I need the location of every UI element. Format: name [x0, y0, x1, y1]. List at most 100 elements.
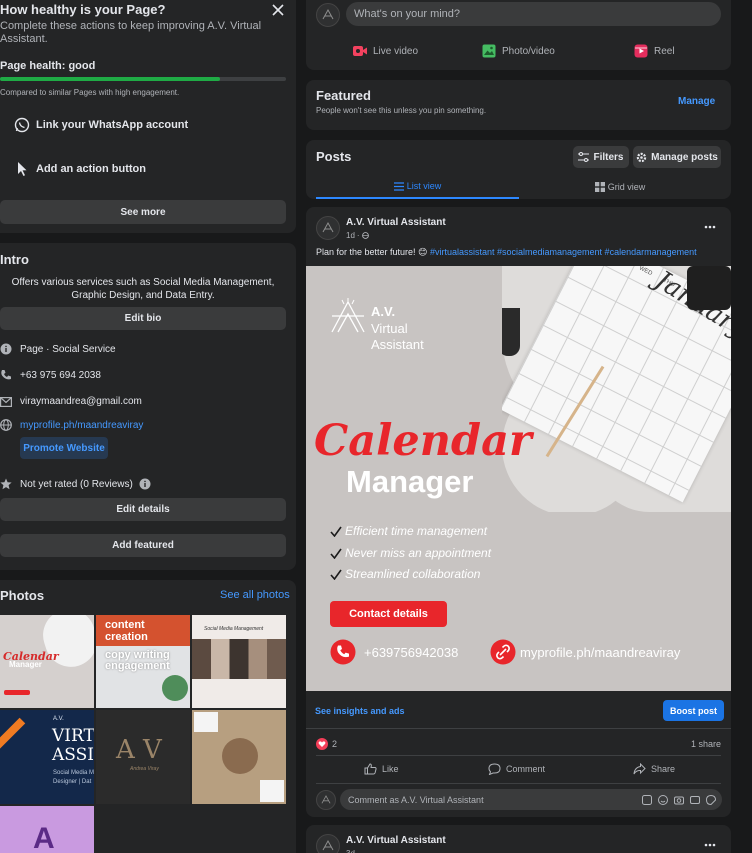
live-video-icon: [352, 44, 368, 58]
whatsapp-icon: [12, 117, 32, 133]
reel-button[interactable]: Reel: [634, 44, 675, 58]
featured-manage-link[interactable]: Manage: [678, 96, 715, 107]
see-more-button[interactable]: See more: [0, 200, 286, 224]
tile-text: Designer | Dat: [53, 779, 92, 785]
shares-count[interactable]: 1 share: [691, 739, 721, 749]
website-link[interactable]: myprofile.ph/maandreaviray: [20, 420, 143, 431]
tile-text: Andrea Viray: [130, 766, 159, 772]
binder-clip: [687, 266, 731, 310]
like-button[interactable]: Like: [364, 763, 399, 775]
gear-icon: [636, 152, 647, 163]
photo-tile[interactable]: Calendar Manager: [0, 615, 94, 708]
tile-text: content: [105, 619, 145, 631]
sticker-icon[interactable]: [706, 794, 716, 805]
comment-button[interactable]: Comment: [488, 763, 545, 775]
category-text: Page · Social Service: [20, 343, 116, 355]
reactions-summary[interactable]: 2: [316, 738, 337, 750]
health-status: Page health: good: [0, 60, 96, 72]
av-logo-icon: [328, 296, 368, 336]
share-label: Share: [651, 764, 676, 774]
photo-tile[interactable]: Social Media Management: [192, 615, 286, 708]
graphic-bullet: Streamlined collaboration: [330, 567, 480, 581]
rating-info-icon[interactable]: [139, 478, 151, 490]
photo-tile[interactable]: A: [0, 806, 94, 853]
action-button-label: Add an action button: [36, 163, 146, 175]
heart-icon: [316, 738, 328, 750]
share-button[interactable]: Share: [633, 763, 675, 775]
photos-card: Photos See all photos Calendar Manager c…: [0, 580, 296, 853]
camera-icon[interactable]: [674, 795, 684, 805]
list-icon: [393, 181, 404, 191]
comment-input[interactable]: Comment as A.V. Virtual Assistant: [340, 789, 722, 810]
post-time[interactable]: 1d: [346, 231, 355, 240]
tile-text: VIRTU: [52, 726, 94, 746]
photo-video-button[interactable]: Photo/video: [482, 44, 555, 58]
post-hashtags[interactable]: #virtualassistant #socialmediamanagement…: [430, 247, 697, 257]
post-avatar[interactable]: [316, 216, 340, 240]
post-author[interactable]: A.V. Virtual Assistant: [346, 835, 446, 846]
add-featured-button[interactable]: Add featured: [0, 534, 286, 557]
tile-text: Social Media Management: [204, 626, 264, 632]
globe-icon: [0, 419, 14, 431]
composer-avatar[interactable]: [316, 3, 340, 27]
action-button-action[interactable]: Add an action button: [0, 153, 286, 185]
divider: [316, 755, 721, 756]
graphic-title-calendar: Calendar: [314, 416, 532, 466]
post-card-2: A.V. Virtual Assistant 3d: [306, 825, 731, 853]
emoji-icon[interactable]: [658, 794, 668, 805]
info-icon: [0, 343, 14, 355]
grid-view-label: Grid view: [607, 182, 646, 192]
manage-posts-button[interactable]: Manage posts: [633, 146, 721, 168]
website-row[interactable]: myprofile.ph/maandreaviray: [0, 419, 143, 431]
filters-button[interactable]: Filters: [573, 146, 629, 168]
tab-grid-view[interactable]: Grid view: [519, 175, 721, 199]
see-insights-link[interactable]: See insights and ads: [315, 706, 405, 716]
photo-tile[interactable]: A V Andrea Viray: [96, 710, 190, 804]
post-time[interactable]: 3d: [346, 849, 355, 853]
tile-collage: [192, 639, 286, 679]
tile-text: engagement: [105, 660, 170, 672]
post-caption: Plan for the better future! 😊: [316, 247, 428, 257]
boost-post-button[interactable]: Boost post: [663, 700, 724, 721]
photo-icon: [482, 44, 496, 58]
comment-avatar[interactable]: [316, 790, 336, 810]
post-more-icon[interactable]: [704, 225, 716, 229]
avatar-sticker-icon[interactable]: [642, 794, 652, 805]
phone-icon: [0, 369, 14, 381]
photo-tile[interactable]: content creation copy writing engagement: [96, 615, 190, 708]
divider: [306, 728, 731, 729]
close-icon[interactable]: [270, 2, 286, 18]
live-video-button[interactable]: Live video: [352, 44, 418, 58]
intro-card: Intro Offers various services such as So…: [0, 243, 296, 570]
edit-details-button[interactable]: Edit details: [0, 498, 286, 521]
post-author[interactable]: A.V. Virtual Assistant: [346, 217, 446, 228]
posts-title: Posts: [316, 149, 352, 164]
grid-icon: [594, 182, 605, 192]
gif-icon[interactable]: [690, 795, 700, 805]
see-all-photos-link[interactable]: See all photos: [220, 589, 290, 601]
check-icon: [330, 548, 342, 559]
comment-placeholder: Comment as A.V. Virtual Assistant: [348, 794, 484, 805]
logo-text: A.V.: [371, 304, 396, 319]
photo-tile[interactable]: A.V. VIRTU ASSIS Social Media M Designer…: [0, 710, 94, 804]
tile-text: A V: [116, 735, 162, 765]
tab-list-view[interactable]: List view: [316, 175, 519, 199]
edit-bio-button[interactable]: Edit bio: [0, 307, 286, 330]
manage-posts-label: Manage posts: [651, 151, 718, 163]
post-more-icon[interactable]: [704, 843, 716, 847]
whatsapp-action[interactable]: Link your WhatsApp account: [0, 109, 286, 141]
composer-input[interactable]: What's on your mind?: [346, 2, 721, 26]
star-icon: [0, 478, 14, 490]
phone-row: +63 975 694 2038: [0, 369, 101, 381]
graphic-bullet: Never miss an appointment: [330, 546, 491, 560]
comment-icon: [488, 763, 501, 775]
promote-website-button[interactable]: Promote Website: [20, 437, 108, 459]
post-avatar[interactable]: [316, 834, 340, 853]
tile-paper-graphic: [194, 712, 218, 732]
calendar-day-label: WED: [637, 266, 654, 278]
photo-tile[interactable]: [192, 710, 286, 804]
email-text: viraymaandrea@gmail.com: [20, 396, 142, 407]
live-video-label: Live video: [373, 45, 419, 57]
post-image[interactable]: MONTUEWEDTHUFRISATSUN January A.V. Virtu…: [306, 266, 731, 691]
bullet-text: Never miss an appointment: [345, 546, 492, 560]
